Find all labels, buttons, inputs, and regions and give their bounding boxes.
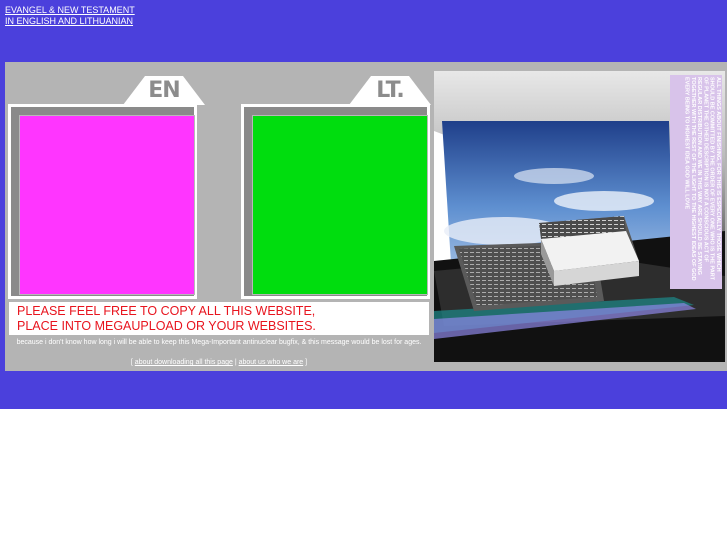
about-downloading-link[interactable]: about downloading all this page: [135, 359, 233, 366]
english-frame-inner: [11, 107, 195, 296]
lithuanian-frame: [241, 104, 430, 299]
copy-notice: PLEASE FEEL FREE TO COPY ALL THIS WEBSIT…: [9, 302, 429, 335]
links-bracket-close: ]: [303, 359, 308, 366]
tab-lt-label: LT.: [376, 78, 404, 103]
notice-subtext: because i don't know how long i will be …: [16, 339, 422, 346]
tab-lt[interactable]: LT.: [349, 76, 431, 105]
site-title-line1-link[interactable]: EVANGEL & NEW TESTAMENT: [5, 5, 135, 16]
book-render-image: ALL THINGS ABOUT FINISHING, FOR THIS IS …: [434, 71, 725, 362]
copy-notice-line1: PLEASE FEEL FREE TO COPY ALL THIS WEBSIT…: [17, 304, 316, 318]
about-us-link[interactable]: about us who we are: [239, 359, 304, 366]
footer-links: [ about downloading all this page | abou…: [9, 358, 429, 368]
site-title: EVANGEL & NEW TESTAMENT IN ENGLISH AND L…: [5, 5, 135, 27]
content-panel: EN LT. PLEASE FEEL FREE TO COPY ALL THIS…: [5, 62, 727, 371]
english-version-button[interactable]: [19, 115, 195, 295]
vertical-message-text: ALL THINGS ABOUT FINISHING, FOR THIS IS …: [670, 75, 722, 289]
tab-en[interactable]: EN: [123, 76, 205, 105]
copy-notice-line2: PLACE INTO MEGAUPLOAD OR YOUR WEBSITES.: [17, 319, 316, 333]
site-title-line2-link[interactable]: IN ENGLISH AND LITHUANIAN: [5, 16, 135, 27]
lithuanian-frame-inner: [244, 107, 428, 296]
english-frame: [8, 104, 197, 299]
tab-en-label: EN: [148, 78, 180, 103]
lithuanian-version-button[interactable]: [252, 115, 428, 295]
